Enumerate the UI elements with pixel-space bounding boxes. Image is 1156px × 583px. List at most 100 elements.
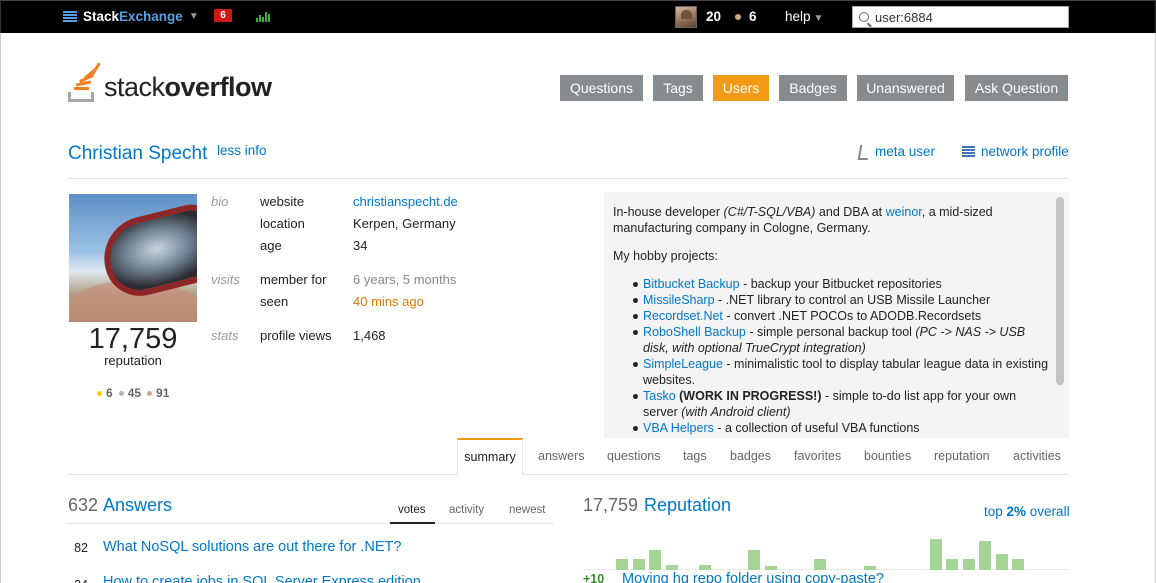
current-user-badge-count: 6 <box>749 9 757 24</box>
search-icon <box>859 12 869 22</box>
list-item: Tasko (WORK IN PROGRESS!) - simple to-do… <box>633 388 1049 420</box>
search-input[interactable] <box>875 9 1055 25</box>
project-link[interactable]: Bitbucket Backup <box>643 277 740 291</box>
member-for-value: 6 years, 5 months <box>353 272 457 287</box>
reputation-change: +10 <box>583 572 605 583</box>
nav-unanswered[interactable]: Unanswered <box>857 75 954 101</box>
reputation-graph-bar[interactable] <box>748 550 760 570</box>
hobby-heading: My hobby projects: <box>613 249 718 263</box>
site-search[interactable] <box>852 6 1069 28</box>
chevron-down-icon: ▼ <box>813 13 824 24</box>
user-display-name[interactable]: Christian Specht <box>68 143 207 165</box>
list-item: SimpleLeague - minimalistic tool to disp… <box>633 356 1049 388</box>
tab-answers[interactable]: answers <box>538 449 585 463</box>
tab-reputation[interactable]: reputation <box>934 449 990 463</box>
website-link[interactable]: christianspecht.de <box>353 194 458 209</box>
tab-questions[interactable]: questions <box>607 449 661 463</box>
tab-tags[interactable]: tags <box>683 449 707 463</box>
project-link[interactable]: VBA Helpers <box>643 421 714 435</box>
silver-badge-icon <box>118 390 124 396</box>
profile-views-value: 1,468 <box>353 328 386 343</box>
user-avatar <box>69 194 197 322</box>
network-profile-link[interactable]: network profile <box>962 144 1069 159</box>
reputation-graph-bar[interactable] <box>698 565 711 570</box>
help-label: help <box>785 9 811 24</box>
list-item: Bitbucket Backup - backup your Bitbucket… <box>633 276 1049 292</box>
about-me-scrollbar[interactable] <box>1056 197 1064 385</box>
reputation-graph-bar[interactable] <box>616 559 628 570</box>
project-link[interactable]: MissileSharp <box>643 293 715 307</box>
reputation-graph-bar[interactable] <box>995 554 1008 570</box>
tabs-divider <box>68 474 1069 475</box>
project-status: (WORK IN PROGRESS!) <box>675 389 822 403</box>
current-user-avatar[interactable] <box>675 6 697 28</box>
nav-tags[interactable]: Tags <box>653 75 703 101</box>
answer-title-link[interactable]: What NoSQL solutions are out there for .… <box>103 539 401 555</box>
sort-activity[interactable]: activity <box>449 504 484 516</box>
logo-text-stack: stack <box>104 72 165 102</box>
project-link[interactable]: SimpleLeague <box>643 357 723 371</box>
reputation-graph-bar[interactable] <box>665 565 678 570</box>
reputation-graph[interactable] <box>583 530 1069 570</box>
answer-title-link[interactable]: How to create jobs in SQL Server Express… <box>103 574 421 583</box>
reputation-graph-bar[interactable] <box>863 566 876 570</box>
logo-wordmark: stackoverflow <box>104 74 272 102</box>
network-profile-label: network profile <box>981 144 1069 159</box>
stackoverflow-icon <box>68 60 101 102</box>
tab-badges[interactable]: badges <box>730 449 771 463</box>
bio-intro-languages: (C#/T-SQL/VBA) <box>723 205 816 219</box>
reputation-graph-bar[interactable] <box>929 539 942 570</box>
logo-text-overflow: overflow <box>164 72 273 102</box>
reputation-post-link[interactable]: Moving hg repo folder using copy-paste? <box>622 571 884 583</box>
nav-ask-question[interactable]: Ask Question <box>965 75 1068 101</box>
nav-users[interactable]: Users <box>713 75 769 101</box>
project-link[interactable]: Recordset.Net <box>643 309 723 323</box>
reputation-graph-bar[interactable] <box>649 550 661 570</box>
sort-votes[interactable]: votes <box>398 504 426 516</box>
about-me-content: In-house developer (C#/T-SQL/VBA) and DB… <box>613 204 1049 436</box>
tab-summary[interactable]: summary <box>457 438 523 475</box>
tab-activities[interactable]: activities <box>1013 449 1061 463</box>
meta-user-label: meta user <box>875 144 936 159</box>
employer-link[interactable]: weinor <box>886 205 922 219</box>
reputation-graph-bar[interactable] <box>1012 559 1024 570</box>
top-percent-value: 2% <box>1006 504 1027 519</box>
age-value: 34 <box>353 238 368 253</box>
stackexchange-topbar: Stack Exchange ▼ 6 20 6 help ▼ <box>0 0 1156 33</box>
current-user-badges[interactable]: 6 <box>735 9 757 24</box>
reputation-label: reputation <box>104 353 162 368</box>
stackoverflow-logo[interactable]: stackoverflow <box>68 60 272 102</box>
reputation-graph-bar[interactable] <box>632 559 645 570</box>
nav-questions[interactable]: Questions <box>560 75 643 101</box>
stats-section-label: stats <box>211 328 239 343</box>
top-percent-link[interactable]: top 2% overall <box>984 504 1070 519</box>
reputation-count: 17,759 <box>583 495 639 515</box>
reputation-graph-bar[interactable] <box>946 559 958 570</box>
answer-vote-count: 82 <box>74 541 88 555</box>
nav-badges[interactable]: Badges <box>779 75 847 101</box>
reputation-graph-bar[interactable] <box>764 566 777 570</box>
meta-user-link[interactable]: meta user <box>857 144 935 159</box>
reputation-graph-bar[interactable] <box>979 541 991 570</box>
bronze-badge-icon <box>735 13 741 20</box>
location-label: location <box>260 216 305 231</box>
reputation-graph-bar[interactable] <box>962 559 975 570</box>
reputation-graph-bar[interactable] <box>814 559 826 570</box>
tab-favorites[interactable]: favorites <box>794 449 841 463</box>
stackexchange-menu[interactable]: Stack Exchange ▼ <box>63 9 199 24</box>
tab-bounties[interactable]: bounties <box>864 449 911 463</box>
answers-heading[interactable]: Answers <box>103 495 172 516</box>
less-info-link[interactable]: less info <box>217 143 267 158</box>
user-badge-counts: 6 45 91 <box>97 386 175 400</box>
brand-exchange: Exchange <box>119 9 183 24</box>
current-user-reputation[interactable]: 20 <box>706 9 721 24</box>
help-menu[interactable]: help ▼ <box>785 9 823 24</box>
achievements-icon[interactable] <box>256 10 270 22</box>
sort-newest[interactable]: newest <box>509 504 545 516</box>
project-description: - .NET library to control an USB Missile… <box>714 293 991 307</box>
inbox-count-badge[interactable]: 6 <box>214 9 232 22</box>
project-link[interactable]: RoboShell Backup <box>643 325 746 339</box>
reputation-heading[interactable]: Reputation <box>644 495 731 516</box>
project-note: (with Android client) <box>681 405 791 419</box>
project-link[interactable]: Tasko <box>643 389 676 403</box>
